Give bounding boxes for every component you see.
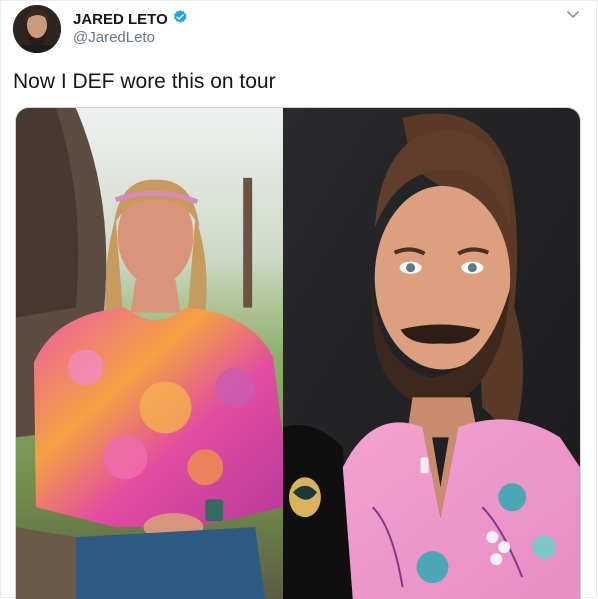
tweet-card: JARED LETO @JaredLeto Now I DEF wore thi… [0,0,597,599]
photo-right[interactable] [283,108,580,599]
user-handle[interactable]: @JaredLeto [73,29,155,46]
author-name-row[interactable]: JARED LETO [73,9,188,30]
tweet-media [15,107,581,599]
display-name[interactable]: JARED LETO [73,11,168,28]
verified-badge-icon [172,9,188,30]
tweet-text: Now I DEF wore this on tour [13,70,276,93]
chevron-down-icon[interactable] [566,7,580,21]
photo-left[interactable] [16,108,284,599]
avatar[interactable] [13,5,61,53]
